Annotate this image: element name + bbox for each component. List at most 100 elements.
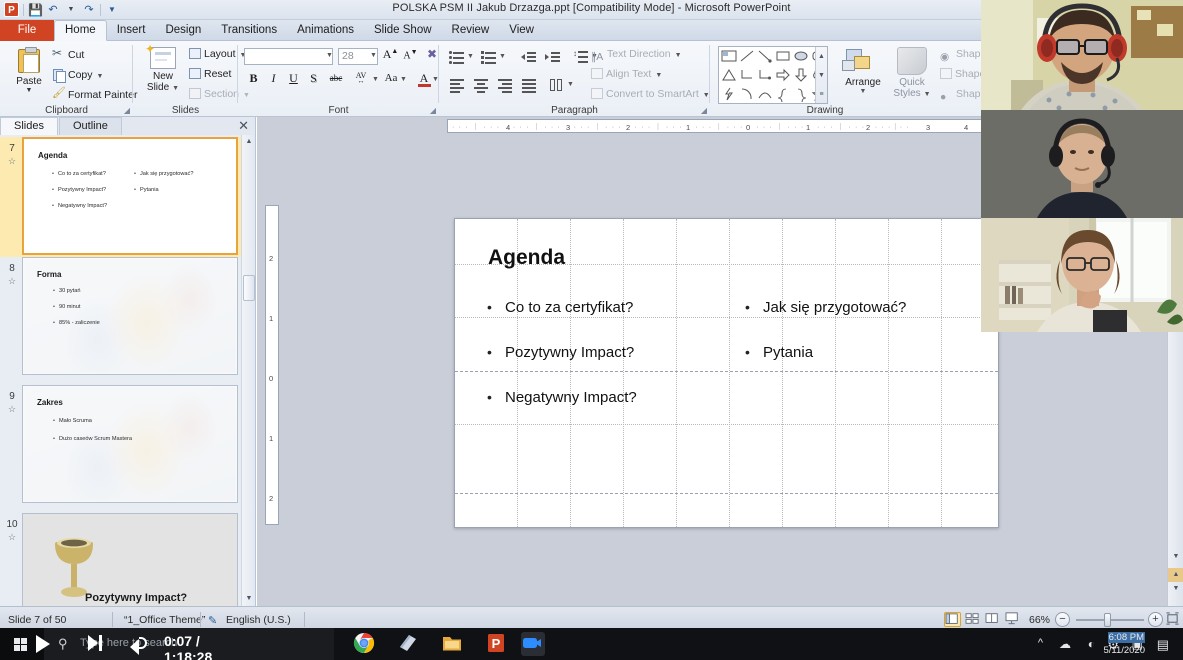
spell-check-icon[interactable]: ✎ xyxy=(208,614,217,627)
thumbnail-slide-9[interactable]: 9 ☆ Zakres Mało Scruma Dużo caseów Scrum… xyxy=(0,385,241,513)
shape-elbow-connector-icon[interactable] xyxy=(739,67,757,85)
grow-font-button[interactable]: A▲ xyxy=(382,47,399,62)
thumbnail-slide-10[interactable]: 10 ☆ Pozytywny Impact? xyxy=(0,513,241,606)
thumbnail-panel-scrollbar[interactable]: ▲ ▼ xyxy=(241,135,255,606)
vertical-ruler[interactable]: 2 1 0 1 2 xyxy=(265,205,279,525)
zoom-out-button[interactable]: − xyxy=(1055,612,1070,627)
slide-bullet-left-2[interactable]: • Pozytywny Impact? xyxy=(487,344,634,361)
shape-arc-icon[interactable] xyxy=(739,86,757,104)
paste-button[interactable]: Paste ▼ xyxy=(8,47,50,94)
next-slide-button[interactable]: ▼ xyxy=(1168,582,1183,596)
bullets-button[interactable] xyxy=(449,49,465,64)
thumbnail-slide-7[interactable]: 7 ☆ Agenda Co to za certyfikat? Pozytywn… xyxy=(0,137,241,257)
gallery-scroll-down-icon[interactable]: ▼ xyxy=(816,66,827,85)
zoom-taskbar-icon[interactable] xyxy=(521,632,545,656)
theme-name[interactable]: “1_Office Theme” xyxy=(124,614,205,626)
onedrive-icon[interactable]: ☁ xyxy=(1059,637,1071,651)
tab-view[interactable]: View xyxy=(499,20,544,41)
font-dialog-launcher[interactable]: ◢ xyxy=(430,106,436,115)
slide-show-button[interactable] xyxy=(1004,612,1021,627)
text-direction-button[interactable]: ∥A Text Direction ▼ xyxy=(591,48,682,64)
zoom-slider-handle[interactable] xyxy=(1104,613,1111,627)
chrome-taskbar-icon[interactable] xyxy=(353,632,377,656)
explorer-blue-taskbar-icon[interactable] xyxy=(397,632,421,656)
slide-bullet-right-2[interactable]: • Pytania xyxy=(745,344,813,361)
thumbnail-preview[interactable]: Pozytywny Impact? xyxy=(22,513,238,606)
columns-dropdown-icon[interactable]: ▼ xyxy=(567,81,574,88)
bullets-dropdown-icon[interactable]: ▼ xyxy=(467,53,474,60)
line-spacing-button[interactable]: ↕ xyxy=(573,49,589,64)
paste-dropdown-icon[interactable]: ▼ xyxy=(8,87,50,94)
scroll-down-icon[interactable]: ▼ xyxy=(1168,550,1183,564)
slide-bullet-left-1[interactable]: • Co to za certyfikat? xyxy=(487,299,633,316)
reading-view-button[interactable] xyxy=(984,612,1001,627)
cut-button[interactable]: Cut xyxy=(52,46,84,61)
quick-styles-button[interactable]: Quick Styles ▼ xyxy=(888,47,936,99)
shape-lightning-icon[interactable] xyxy=(721,86,739,104)
align-center-button[interactable] xyxy=(473,77,489,93)
shape-line-icon[interactable] xyxy=(739,48,757,66)
horizontal-ruler[interactable]: · · · ｜ · · · · · · ｜ · · · · · · ｜ · · … xyxy=(447,119,993,133)
video-participant-3[interactable] xyxy=(981,218,1183,332)
tab-file[interactable]: File xyxy=(0,20,54,41)
gallery-scroll-up-icon[interactable]: ▲ xyxy=(816,47,827,66)
language-indicator[interactable]: English (U.S.) xyxy=(226,614,291,626)
tab-transitions[interactable]: Transitions xyxy=(211,20,287,41)
arrange-dropdown-icon[interactable]: ▼ xyxy=(838,88,888,95)
font-name-dropdown-icon[interactable]: ▼ xyxy=(326,52,333,59)
zoom-level[interactable]: 66% xyxy=(1029,614,1050,626)
previous-slide-button[interactable]: ▲ xyxy=(1168,568,1183,582)
character-spacing-dropdown-icon[interactable]: ▼ xyxy=(372,76,379,83)
shape-left-brace-icon[interactable] xyxy=(775,86,793,104)
align-text-dropdown-icon[interactable]: ▼ xyxy=(655,72,662,79)
shrink-font-button[interactable]: A▼ xyxy=(402,48,419,61)
reset-button[interactable]: Reset xyxy=(189,68,231,80)
gallery-more-icon[interactable]: ≡ xyxy=(816,85,827,104)
folder-taskbar-icon[interactable] xyxy=(441,632,465,656)
shape-textbox-icon[interactable] xyxy=(721,48,739,66)
paragraph-dialog-launcher[interactable]: ◢ xyxy=(701,106,707,115)
scrollbar-thumb[interactable] xyxy=(243,275,255,301)
arrange-button[interactable]: Arrange ▼ xyxy=(838,47,888,95)
shapes-gallery[interactable]: ▲ ▼ ≡ xyxy=(718,46,828,104)
font-name-input[interactable] xyxy=(244,48,333,65)
next-icon[interactable] xyxy=(88,635,102,651)
bold-button[interactable]: B xyxy=(246,71,261,86)
slide-bullet-left-3[interactable]: • Negatywny Impact? xyxy=(487,389,637,406)
new-slide-button[interactable]: ✦ New Slide ▼ xyxy=(141,42,185,93)
slide-title[interactable]: Agenda xyxy=(488,246,565,270)
copy-button[interactable]: Copy ▼ xyxy=(52,68,104,83)
increase-indent-button[interactable] xyxy=(545,49,561,64)
slide-canvas[interactable]: Agenda • Co to za certyfikat? • Pozytywny … xyxy=(454,218,999,528)
fit-slide-to-window-button[interactable] xyxy=(1166,612,1180,627)
align-left-button[interactable] xyxy=(449,77,465,93)
decrease-indent-button[interactable] xyxy=(521,49,537,64)
shape-arrow-icon[interactable] xyxy=(757,48,775,66)
align-right-button[interactable] xyxy=(497,77,513,93)
quick-styles-dropdown-icon[interactable]: ▼ xyxy=(924,91,931,98)
character-spacing-button[interactable]: AV ↔ xyxy=(350,71,372,85)
strikethrough-button[interactable]: abc xyxy=(326,73,346,83)
panel-tab-slides[interactable]: Slides xyxy=(0,117,58,135)
thumbnail-preview[interactable]: Forma 30 pytań 90 minut 85% - zaliczenie xyxy=(22,257,238,375)
convert-to-smartart-button[interactable]: Convert to SmartArt ▼ xyxy=(591,88,710,100)
font-color-button[interactable]: A xyxy=(416,71,432,87)
align-text-button[interactable]: Align Text ▼ xyxy=(591,68,662,80)
change-case-dropdown-icon[interactable]: ▼ xyxy=(400,76,407,83)
justify-button[interactable] xyxy=(521,77,537,93)
tab-slide-show[interactable]: Slide Show xyxy=(364,20,442,41)
tab-insert[interactable]: Insert xyxy=(107,20,156,41)
clipboard-dialog-launcher[interactable]: ◢ xyxy=(124,106,130,115)
thumbnail-list[interactable]: 7 ☆ Agenda Co to za certyfikat? Pozytywn… xyxy=(0,135,241,606)
copy-dropdown-icon[interactable]: ▼ xyxy=(97,73,104,80)
shape-rectangle-icon[interactable] xyxy=(775,48,793,66)
shapes-gallery-scrollbar[interactable]: ▲ ▼ ≡ xyxy=(815,47,827,103)
thumbnail-preview[interactable]: Agenda Co to za certyfikat? Pozytywny Im… xyxy=(22,137,238,255)
tab-review[interactable]: Review xyxy=(442,20,500,41)
shape-right-arrow-icon[interactable] xyxy=(775,67,793,85)
shape-down-arrow-icon[interactable] xyxy=(793,67,811,85)
tab-home[interactable]: Home xyxy=(54,20,107,41)
action-center-icon[interactable]: ▤ xyxy=(1157,637,1169,653)
thumbnail-preview[interactable]: Zakres Mało Scruma Dużo caseów Scrum Mas… xyxy=(22,385,238,503)
powerpoint-taskbar-icon[interactable]: P xyxy=(485,632,509,656)
